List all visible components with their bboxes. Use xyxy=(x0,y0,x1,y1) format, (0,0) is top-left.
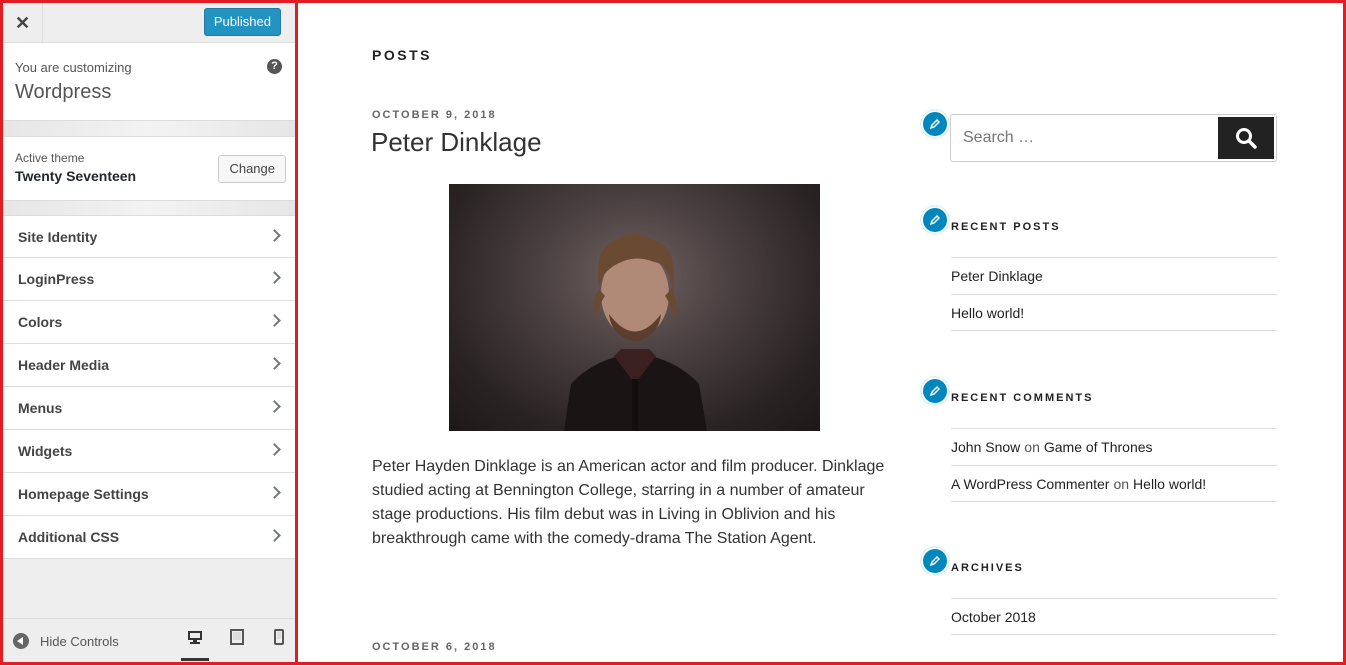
chevron-right-icon xyxy=(268,357,281,370)
search-icon xyxy=(1236,128,1257,149)
list-item: John Snow on Game of Thrones xyxy=(951,428,1277,465)
section-colors[interactable]: Colors xyxy=(3,301,295,344)
archive-link[interactable]: October 2018 xyxy=(951,609,1036,625)
preview-desktop-button[interactable] xyxy=(181,629,209,661)
section-widgets[interactable]: Widgets xyxy=(3,430,295,473)
comment-author[interactable]: John Snow xyxy=(951,439,1020,455)
customizer-info: You are customizing Wordpress ? xyxy=(3,43,295,121)
pencil-icon xyxy=(929,555,941,567)
site-name: Wordpress xyxy=(15,81,112,103)
search-form xyxy=(950,114,1277,162)
pencil-icon xyxy=(929,118,941,130)
recent-post-link[interactable]: Hello world! xyxy=(951,305,1024,321)
hide-controls-label: Hide Controls xyxy=(40,633,119,649)
desktop-icon xyxy=(188,631,202,644)
divider xyxy=(3,121,295,137)
comment-on: on xyxy=(1113,475,1130,492)
comment-post-link[interactable]: Hello world! xyxy=(1133,476,1206,492)
comment-post-link[interactable]: Game of Thrones xyxy=(1044,439,1153,455)
section-homepage-settings[interactable]: Homepage Settings xyxy=(3,473,295,516)
preview-mobile-button[interactable] xyxy=(265,629,293,661)
recent-comments-list: John Snow on Game of Thrones A WordPress C… xyxy=(951,428,1277,502)
post-date[interactable]: OCTOBER 6, 2018 xyxy=(372,641,497,653)
customizing-label: You are customizing xyxy=(15,60,132,75)
post-featured-image[interactable] xyxy=(449,184,820,431)
list-item[interactable]: October 2018 xyxy=(951,598,1277,635)
divider xyxy=(3,201,295,215)
comment-author[interactable]: A WordPress Commenter xyxy=(951,476,1109,492)
post-excerpt: Peter Hayden Dinklage is an American act… xyxy=(372,458,885,547)
chevron-right-icon xyxy=(268,443,281,456)
tablet-icon xyxy=(230,629,244,645)
section-label: Additional CSS xyxy=(18,529,120,545)
chevron-right-icon xyxy=(268,229,281,242)
posts-heading: POSTS xyxy=(372,47,432,63)
customizer-sidebar: ✕ Published You are customizing Wordpres… xyxy=(3,3,298,662)
section-site-identity[interactable]: Site Identity xyxy=(3,215,295,258)
recent-post-link[interactable]: Peter Dinklage xyxy=(951,268,1043,284)
active-theme-panel: Active theme Twenty Seventeen Change xyxy=(3,137,295,201)
post-title[interactable]: Peter Dinklage xyxy=(371,127,542,158)
pencil-icon xyxy=(929,385,941,397)
section-label: Widgets xyxy=(18,443,73,459)
close-button[interactable]: ✕ xyxy=(3,3,43,43)
publish-button[interactable]: Published xyxy=(203,8,281,36)
section-label: Homepage Settings xyxy=(18,486,149,502)
site-preview: POSTS OCTOBER 9, 2018 Peter Dinklage Pet… xyxy=(301,3,1342,662)
list-item[interactable]: Peter Dinklage xyxy=(951,257,1277,294)
edit-widget-button[interactable] xyxy=(921,377,949,405)
section-header-media[interactable]: Header Media xyxy=(3,344,295,387)
edit-widget-button[interactable] xyxy=(921,547,949,575)
archives-title: ARCHIVES xyxy=(951,562,1024,574)
section-label: Header Media xyxy=(18,357,110,373)
chevron-right-icon xyxy=(268,400,281,413)
chevron-right-icon xyxy=(268,529,281,542)
list-item: A WordPress Commenter on Hello world! xyxy=(951,465,1277,502)
section-label: Site Identity xyxy=(18,228,98,245)
search-button[interactable] xyxy=(1218,117,1274,159)
comment-on: on xyxy=(1024,439,1040,455)
recent-comments-title: RECENT COMMENTS xyxy=(951,392,1094,404)
section-label: Colors xyxy=(18,314,63,330)
section-menus[interactable]: Menus xyxy=(3,387,295,430)
chevron-right-icon xyxy=(268,486,281,499)
change-theme-button[interactable]: Change xyxy=(218,155,286,183)
recent-posts-title: RECENT POSTS xyxy=(951,221,1061,233)
edit-widget-button[interactable] xyxy=(921,110,949,138)
customizer-header: ✕ Published xyxy=(3,3,295,43)
archives-list: October 2018 xyxy=(951,598,1277,635)
hide-controls-button[interactable]: Hide Controls xyxy=(13,633,119,649)
list-item[interactable]: Hello world! xyxy=(951,294,1277,331)
section-label: Menus xyxy=(18,400,63,416)
section-label: LoginPress xyxy=(18,271,95,287)
edit-widget-button[interactable] xyxy=(921,206,949,234)
search-input[interactable] xyxy=(951,115,1216,161)
help-icon[interactable]: ? xyxy=(267,59,282,74)
mobile-icon xyxy=(274,629,284,645)
pencil-icon xyxy=(929,214,941,226)
section-additional-css[interactable]: Additional CSS xyxy=(3,516,295,559)
chevron-right-icon xyxy=(268,271,281,284)
recent-posts-list: Peter Dinklage Hello world! xyxy=(951,257,1277,331)
collapse-icon xyxy=(13,633,29,649)
portrait-image xyxy=(564,233,707,431)
preview-tablet-button[interactable] xyxy=(223,629,251,661)
customizer-footer: Hide Controls xyxy=(3,618,295,662)
section-loginpress[interactable]: LoginPress xyxy=(3,258,295,301)
chevron-right-icon xyxy=(268,314,281,327)
customizer-sections: Site Identity LoginPress Colors Header M… xyxy=(3,215,295,559)
post-date[interactable]: OCTOBER 9, 2018 xyxy=(372,109,497,121)
